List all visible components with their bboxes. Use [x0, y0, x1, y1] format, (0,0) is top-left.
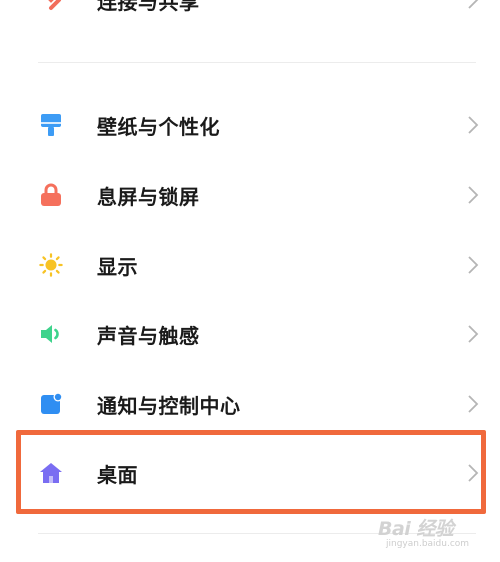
share-link-icon — [39, 0, 63, 12]
chevron-right-icon — [468, 0, 479, 9]
chevron-right-icon — [468, 325, 479, 343]
speaker-icon — [39, 322, 63, 346]
settings-item-label: 显示 — [97, 254, 138, 279]
settings-item-wallpaper[interactable]: 壁纸与个性化 — [0, 90, 500, 160]
chevron-right-icon — [468, 186, 479, 204]
chevron-right-icon — [468, 116, 479, 134]
lock-icon — [39, 183, 63, 207]
settings-item-label: 通知与控制中心 — [97, 393, 241, 418]
paint-brush-icon — [39, 113, 63, 137]
notification-icon — [39, 392, 63, 416]
settings-item-label: 声音与触感 — [97, 323, 200, 348]
settings-item-label: 息屏与锁屏 — [97, 184, 200, 209]
settings-item-display[interactable]: 显示 — [0, 230, 500, 300]
chevron-right-icon — [468, 256, 479, 274]
chevron-right-icon — [468, 395, 479, 413]
section-divider — [38, 62, 476, 63]
watermark-brand: Bai 经验 — [378, 518, 454, 540]
settings-item-label: 连接与共享 — [97, 0, 200, 14]
settings-item-connection-sharing[interactable]: 连接与共享 — [0, 0, 500, 35]
settings-item-sound[interactable]: 声音与触感 — [0, 299, 500, 369]
highlight-annotation-box — [16, 430, 486, 514]
sun-icon — [39, 253, 63, 277]
settings-item-lock-screen[interactable]: 息屏与锁屏 — [0, 160, 500, 230]
settings-item-notifications[interactable]: 通知与控制中心 — [0, 369, 500, 439]
settings-item-label: 壁纸与个性化 — [97, 114, 220, 139]
watermark: Bai 经验 jingyan.baidu.com — [378, 508, 488, 552]
watermark-url: jingyan.baidu.com — [386, 539, 470, 549]
